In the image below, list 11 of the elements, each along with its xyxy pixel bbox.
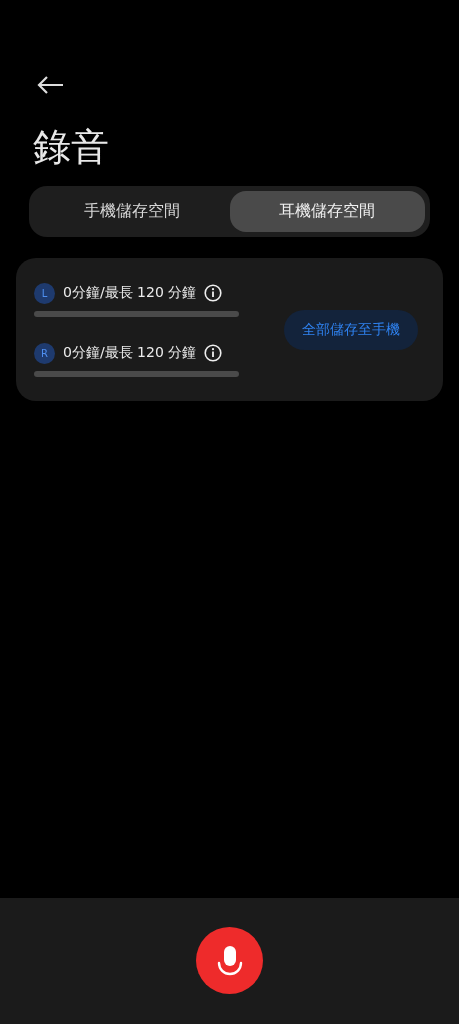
- back-arrow-icon: [36, 75, 64, 95]
- usage-text: 0分鐘/最長 120 分鐘: [63, 284, 197, 302]
- storage-tab[interactable]: 手機儲存空間: [34, 191, 230, 232]
- earbud-badge: R: [34, 342, 55, 364]
- save-all-button[interactable]: 全部儲存至手機: [284, 309, 418, 350]
- usage-text: 0分鐘/最長 120 分鐘: [63, 344, 197, 362]
- info-icon[interactable]: [204, 344, 223, 362]
- page-title: 錄音: [33, 124, 110, 170]
- storage-tab[interactable]: 耳機儲存空間: [229, 191, 425, 232]
- info-icon[interactable]: [204, 284, 223, 302]
- earbud-badge: L: [34, 282, 55, 304]
